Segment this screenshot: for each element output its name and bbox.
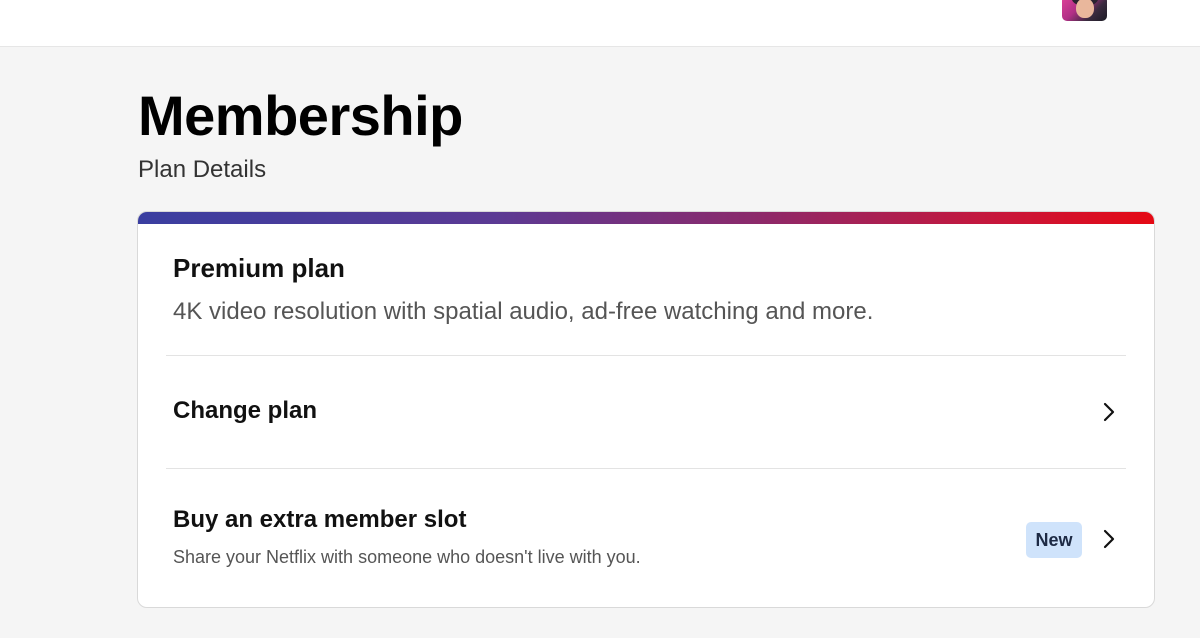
plan-details-card: Premium plan 4K video resolution with sp… [137, 211, 1155, 608]
extra-member-label: Buy an extra member slot [173, 506, 467, 533]
chevron-right-icon [1103, 529, 1115, 549]
card-accent-bar [138, 212, 1154, 224]
top-navigation-bar [0, 0, 1200, 47]
plan-description: 4K video resolution with spatial audio, … [173, 298, 874, 325]
page-title: Membership [138, 84, 463, 147]
profile-avatar[interactable] [1062, 0, 1107, 21]
new-badge: New [1026, 522, 1082, 558]
chevron-right-icon [1103, 402, 1115, 422]
extra-member-row[interactable]: Buy an extra member slot Share your Netf… [138, 469, 1154, 607]
plan-name: Premium plan [173, 253, 345, 283]
page-subtitle: Plan Details [138, 156, 267, 183]
change-plan-label: Change plan [173, 397, 318, 424]
change-plan-row[interactable]: Change plan [138, 356, 1154, 468]
avatar-face [1076, 0, 1094, 18]
extra-member-description: Share your Netflix with someone who does… [173, 547, 641, 567]
